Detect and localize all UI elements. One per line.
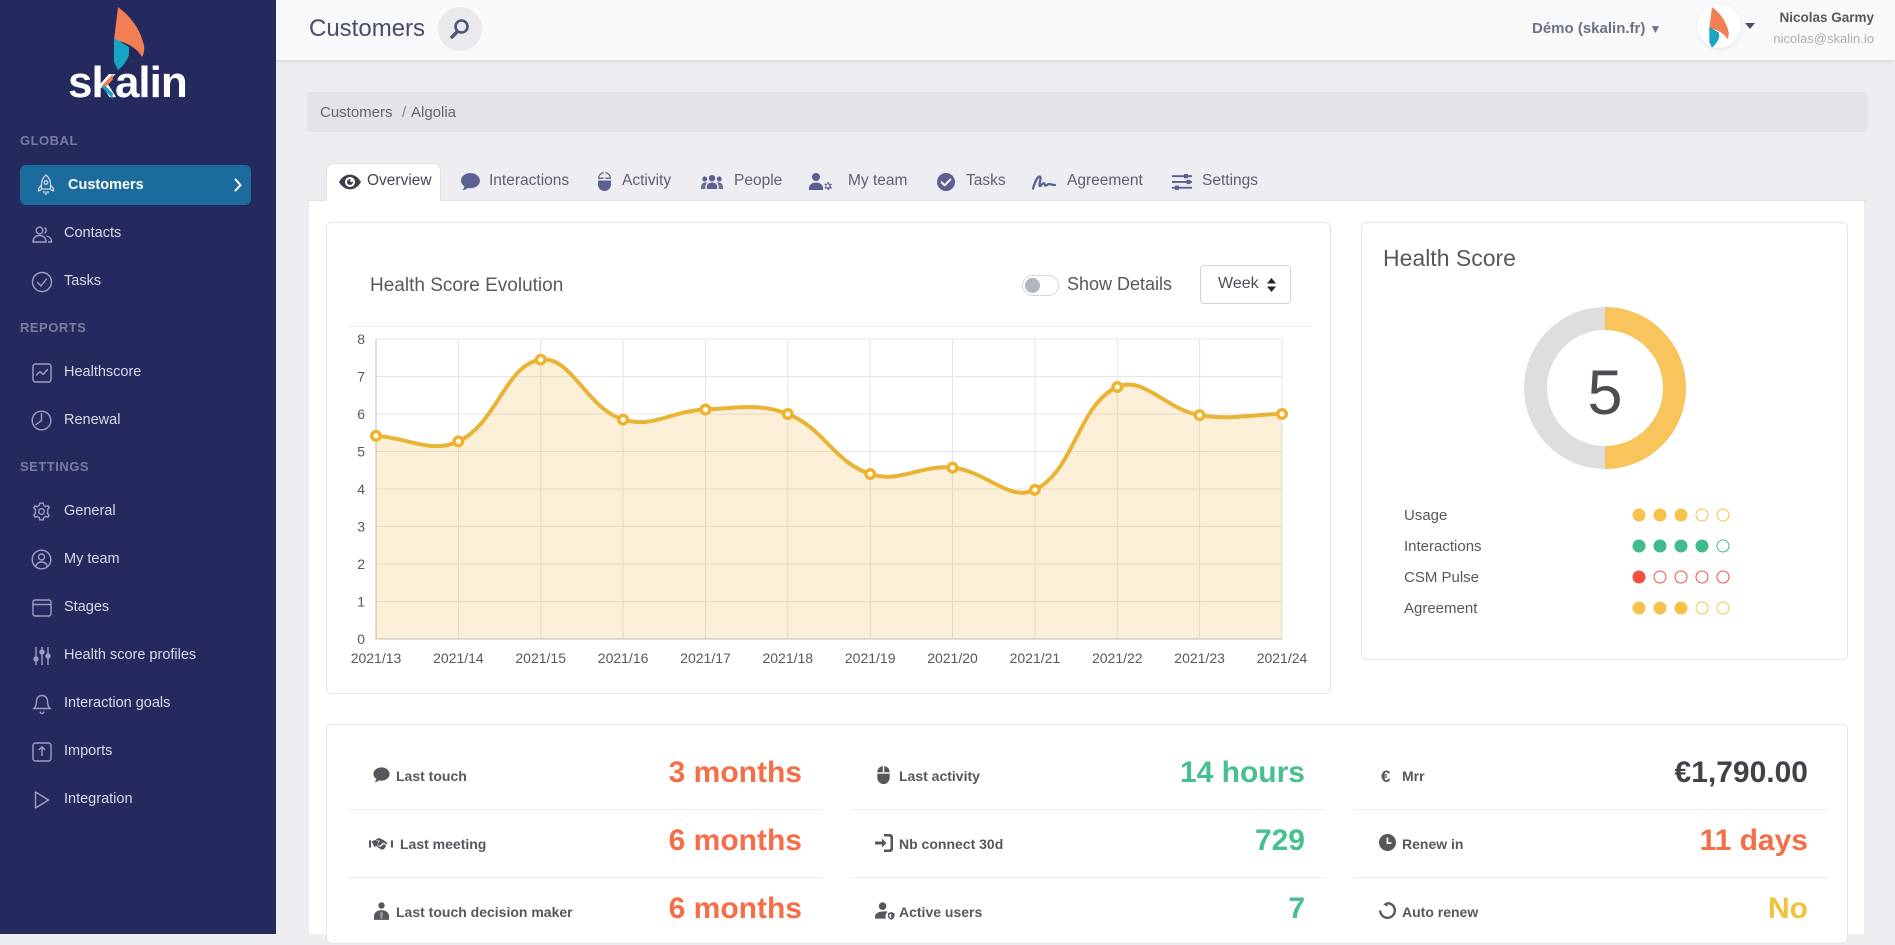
svg-text:2021/19: 2021/19 xyxy=(845,650,896,666)
svg-text:2: 2 xyxy=(357,556,365,572)
svg-text:2021/13: 2021/13 xyxy=(351,650,402,666)
svg-text:€: € xyxy=(1381,768,1391,784)
svg-text:1: 1 xyxy=(357,594,365,610)
svg-text:4: 4 xyxy=(357,481,365,497)
svg-text:2021/21: 2021/21 xyxy=(1010,650,1061,666)
svg-text:5: 5 xyxy=(357,444,365,460)
svg-text:2021/14: 2021/14 xyxy=(433,650,484,666)
svg-text:2021/18: 2021/18 xyxy=(762,650,813,666)
svg-text:2021/15: 2021/15 xyxy=(515,650,566,666)
svg-text:0: 0 xyxy=(357,631,365,647)
svg-text:2021/16: 2021/16 xyxy=(598,650,649,666)
svg-text:8: 8 xyxy=(357,331,365,347)
svg-text:6: 6 xyxy=(357,406,365,422)
svg-text:3: 3 xyxy=(357,519,365,535)
svg-text:7: 7 xyxy=(357,369,365,385)
svg-text:2021/22: 2021/22 xyxy=(1092,650,1143,666)
svg-text:2021/17: 2021/17 xyxy=(680,650,731,666)
svg-text:2021/20: 2021/20 xyxy=(927,650,978,666)
svg-text:5: 5 xyxy=(1587,358,1622,428)
svg-text:2021/24: 2021/24 xyxy=(1257,650,1308,666)
svg-text:2021/23: 2021/23 xyxy=(1174,650,1225,666)
